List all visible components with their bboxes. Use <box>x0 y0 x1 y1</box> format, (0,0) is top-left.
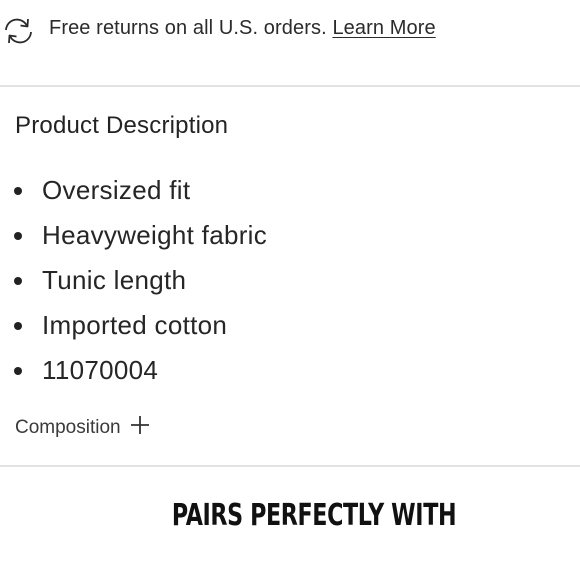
pairs-perfectly-with-heading: PAIRS PERFECTLY WITH <box>171 498 457 533</box>
bullet-text: 11070004 <box>42 355 159 385</box>
bullet-text: Imported cotton <box>42 310 228 340</box>
bullet-icon <box>14 322 22 330</box>
bullet-icon <box>14 367 22 375</box>
bullet-icon <box>14 232 22 240</box>
returns-text: Free returns on all U.S. orders. <box>49 17 327 39</box>
bullet-text: Heavyweight fabric <box>42 220 268 250</box>
learn-more-link[interactable]: Learn More <box>332 17 435 39</box>
bullet-text: Oversized fit <box>42 175 191 205</box>
section-divider <box>0 465 580 467</box>
bullet-text: Tunic length <box>42 265 187 295</box>
plus-icon[interactable] <box>129 414 151 436</box>
bullet-icon <box>14 277 22 285</box>
refresh-arrows-icon <box>0 16 38 46</box>
bullet-icon <box>14 187 22 195</box>
returns-message: Free returns on all U.S. orders. Learn M… <box>49 17 436 40</box>
returns-bar: Free returns on all U.S. orders. Learn M… <box>0 0 580 58</box>
composition-toggle[interactable]: Composition <box>15 414 151 439</box>
product-description-title: Product Description <box>15 112 229 139</box>
section-divider <box>0 85 580 87</box>
composition-label: Composition <box>15 417 121 438</box>
